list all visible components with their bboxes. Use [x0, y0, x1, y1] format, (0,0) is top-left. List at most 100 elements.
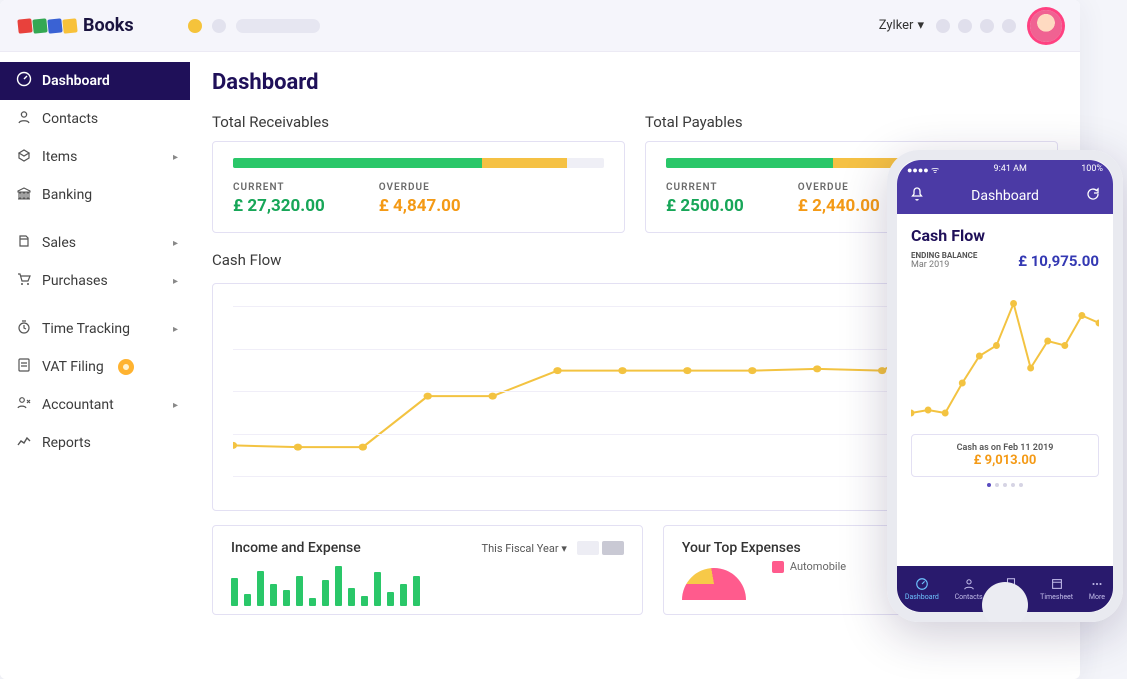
refresh-icon[interactable] — [1085, 186, 1101, 206]
phone-nav-title: Dashboard — [971, 188, 1039, 204]
current-label: CURRENT — [666, 182, 744, 193]
bell-icon[interactable] — [909, 186, 925, 206]
phone-cashflow-chart — [911, 278, 1099, 428]
sidebar-item-label: Banking — [42, 187, 92, 203]
sidebar-item-banking[interactable]: Banking — [0, 176, 190, 214]
chevron-down-icon: ▾ — [917, 18, 924, 33]
page-title: Dashboard — [212, 70, 1058, 95]
receivables-progress — [233, 158, 604, 168]
sidebar-item-label: Time Tracking — [42, 321, 130, 337]
new-badge-icon — [118, 359, 134, 375]
phone-tab-more[interactable]: More — [1089, 577, 1105, 601]
sidebar-item-sales[interactable]: Sales ▸ — [0, 224, 190, 262]
accountant-icon — [16, 395, 32, 415]
income-expense-card[interactable]: Income and Expense This Fiscal Year ▾ — [212, 525, 643, 615]
chevron-right-icon: ▸ — [173, 400, 178, 411]
phone-nav-bar: Dashboard — [897, 178, 1113, 214]
app-name: Books — [83, 15, 134, 36]
phone-tab-contacts[interactable]: Contacts — [955, 577, 983, 601]
period-selector[interactable]: This Fiscal Year ▾ — [482, 542, 567, 555]
income-expense-title: Income and Expense — [231, 540, 361, 556]
income-expense-chart — [231, 566, 624, 606]
receivables-current: £ 27,320.00 — [233, 196, 325, 216]
legend-swatch — [772, 561, 784, 573]
payables-current: £ 2500.00 — [666, 196, 744, 216]
header-action[interactable] — [936, 19, 950, 33]
history-dot[interactable] — [188, 19, 202, 33]
org-switcher[interactable]: Zylker ▾ — [879, 18, 924, 33]
top-expenses-pie — [682, 568, 746, 600]
current-label: CURRENT — [233, 182, 325, 193]
sales-icon — [16, 233, 32, 253]
banking-icon — [16, 185, 32, 205]
chevron-right-icon: ▸ — [173, 152, 178, 163]
chevron-right-icon: ▸ — [173, 238, 178, 249]
user-avatar[interactable] — [1030, 10, 1062, 42]
chevron-right-icon: ▸ — [173, 276, 178, 287]
signal-icon: ●●●● ᯤ — [907, 163, 939, 176]
sidebar: Dashboard Contacts Items ▸ Banking — [0, 52, 190, 679]
ending-balance-date: Mar 2019 — [911, 260, 977, 270]
phone-home-button[interactable] — [982, 582, 1028, 622]
chevron-right-icon: ▸ — [173, 324, 178, 335]
org-name: Zylker — [879, 18, 914, 33]
timer-icon — [16, 319, 32, 339]
overdue-label: OVERDUE — [798, 182, 880, 193]
phone-status-bar: ●●●● ᯤ 9:41 AM 100% — [897, 160, 1113, 178]
overdue-label: OVERDUE — [379, 182, 461, 193]
dashboard-icon — [16, 71, 32, 91]
history-dot[interactable] — [212, 19, 226, 33]
top-expenses-title: Your Top Expenses — [682, 540, 801, 556]
chip-date: Cash as on Feb 11 2019 — [920, 443, 1090, 453]
sidebar-item-reports[interactable]: Reports — [0, 424, 190, 462]
sidebar-item-label: Reports — [42, 435, 91, 451]
purchases-icon — [16, 271, 32, 291]
header-actions — [936, 19, 1016, 33]
mobile-preview: ●●●● ᯤ 9:41 AM 100% Dashboard Cash Flow … — [887, 150, 1123, 622]
cashflow-chart — [233, 306, 947, 476]
payables-overdue: £ 2,440.00 — [798, 196, 880, 216]
sidebar-item-label: VAT Filing — [42, 359, 104, 375]
top-bar: Books Zylker ▾ — [0, 0, 1080, 52]
search-placeholder[interactable] — [236, 19, 320, 33]
ending-balance-label: ENDING BALANCE — [911, 251, 977, 260]
phone-battery: 100% — [1081, 164, 1103, 174]
contacts-icon — [16, 109, 32, 129]
receivables-overdue: £ 4,847.00 — [379, 196, 461, 216]
sidebar-item-label: Dashboard — [42, 73, 110, 89]
view-toggle[interactable] — [577, 541, 624, 555]
legend-item: Automobile — [772, 560, 846, 573]
app-logo: Books — [18, 15, 188, 36]
sidebar-item-items[interactable]: Items ▸ — [0, 138, 190, 176]
receivables-card[interactable]: CURRENT £ 27,320.00 OVERDUE £ 4,847.00 — [212, 141, 625, 233]
sidebar-item-time-tracking[interactable]: Time Tracking ▸ — [0, 310, 190, 348]
phone-tab-timesheet[interactable]: Timesheet — [1040, 577, 1073, 601]
sidebar-item-label: Purchases — [42, 273, 108, 289]
payables-title: Total Payables — [645, 113, 1058, 131]
receivables-title: Total Receivables — [212, 113, 625, 131]
zoho-logo-icon — [18, 19, 77, 33]
ending-balance-amount: £ 10,975.00 — [1018, 252, 1099, 270]
items-icon — [16, 147, 32, 167]
sidebar-item-label: Accountant — [42, 397, 114, 413]
phone-time: 9:41 AM — [994, 164, 1027, 174]
sidebar-item-label: Contacts — [42, 111, 98, 127]
chip-amount: £ 9,013.00 — [920, 453, 1090, 468]
phone-tab-dashboard[interactable]: Dashboard — [905, 577, 939, 601]
header-action[interactable] — [1002, 19, 1016, 33]
sidebar-item-label: Items — [42, 149, 77, 165]
sidebar-item-dashboard[interactable]: Dashboard — [0, 62, 190, 100]
reports-icon — [16, 433, 32, 453]
header-action[interactable] — [980, 19, 994, 33]
header-action[interactable] — [958, 19, 972, 33]
sidebar-item-contacts[interactable]: Contacts — [0, 100, 190, 138]
phone-cash-chip: Cash as on Feb 11 2019 £ 9,013.00 — [911, 434, 1099, 477]
sidebar-item-purchases[interactable]: Purchases ▸ — [0, 262, 190, 300]
sidebar-item-vat-filing[interactable]: VAT Filing — [0, 348, 190, 386]
phone-card-title: Cash Flow — [911, 226, 1099, 245]
sidebar-item-accountant[interactable]: Accountant ▸ — [0, 386, 190, 424]
page-indicator — [911, 483, 1099, 487]
sidebar-item-label: Sales — [42, 235, 76, 251]
vat-icon — [16, 357, 32, 377]
top-placeholder — [188, 19, 879, 33]
